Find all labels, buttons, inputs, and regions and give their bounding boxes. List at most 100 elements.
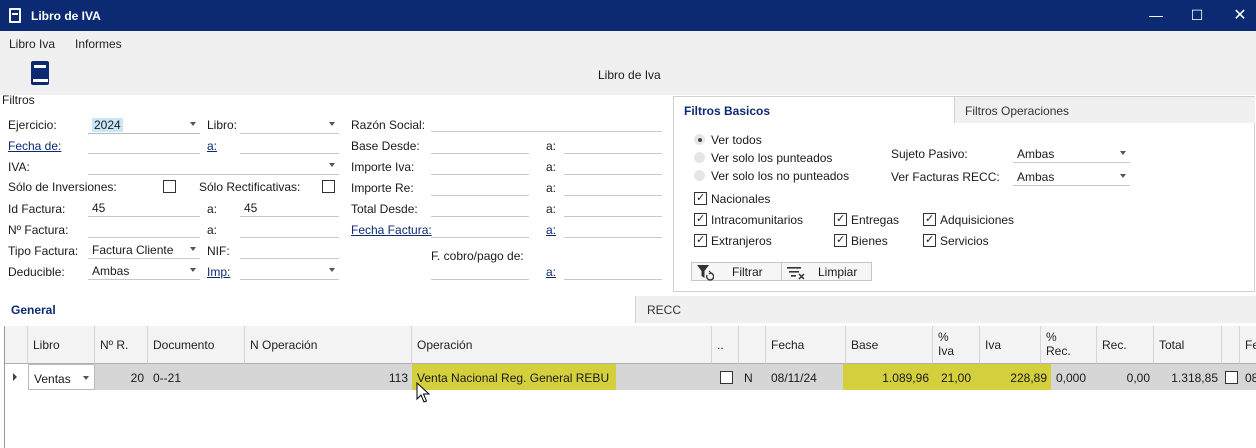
pct-rec-cell[interactable]: 0,000 xyxy=(1051,364,1097,390)
column-header-operacion[interactable]: Operación xyxy=(412,326,712,364)
id-factura-from-input[interactable]: 45 xyxy=(88,198,200,217)
fecha-a-input[interactable] xyxy=(240,135,339,154)
column-header-nr[interactable]: Nº R. xyxy=(95,326,148,364)
operacion-cell[interactable]: Venta Nacional Reg. General REBU xyxy=(412,364,616,390)
column-header-n-operacion[interactable]: N Operación xyxy=(245,326,412,364)
tab-general[interactable]: General xyxy=(0,296,635,323)
row-checkbox[interactable] xyxy=(1225,371,1238,384)
intracomunitarios-checkbox[interactable] xyxy=(694,212,707,226)
fecha-de-input[interactable] xyxy=(88,135,200,154)
importe-re-input[interactable] xyxy=(431,177,529,196)
fecha-factura-a-link[interactable]: a: xyxy=(546,223,556,237)
imp-link[interactable]: Imp: xyxy=(207,265,230,279)
libro-select[interactable] xyxy=(240,115,339,134)
book-icon[interactable] xyxy=(30,60,50,86)
fecha-factura-a-input[interactable] xyxy=(564,219,662,238)
pct-iva-cell[interactable]: 21,00 xyxy=(933,364,975,390)
fecha-a-link[interactable]: a: xyxy=(207,139,217,153)
column-header-rec[interactable]: Rec. xyxy=(1097,326,1154,364)
ejercicio-select[interactable]: 2024 xyxy=(88,115,200,134)
column-header-dots[interactable]: .. xyxy=(712,326,739,364)
importe-iva-a-input[interactable] xyxy=(564,156,662,175)
iva-label: IVA: xyxy=(8,160,30,174)
tab-recc[interactable]: RECC xyxy=(635,296,1256,323)
importe-iva-label: Importe Iva: xyxy=(351,160,415,174)
entregas-checkbox[interactable] xyxy=(834,212,847,226)
documento-cell[interactable]: 0--21 xyxy=(148,364,245,390)
row-indicator[interactable] xyxy=(5,364,28,390)
limpiar-button[interactable]: Limpiar xyxy=(781,262,872,281)
base-cell[interactable]: 1.089,96 xyxy=(843,364,933,390)
column-header-documento[interactable]: Documento xyxy=(148,326,245,364)
n-factura-from-input[interactable] xyxy=(88,219,200,238)
menu-libro-iva[interactable]: Libro Iva xyxy=(9,37,55,51)
fecha-cell[interactable]: 08/11/24 xyxy=(766,364,843,390)
radio-ver-punteados[interactable] xyxy=(694,152,705,163)
column-header-n[interactable] xyxy=(739,326,766,364)
f-cobro-from-input[interactable] xyxy=(431,261,529,280)
bienes-checkbox[interactable] xyxy=(834,233,847,247)
column-header-libro[interactable]: Libro xyxy=(28,326,95,364)
total-a-input[interactable] xyxy=(564,198,662,217)
radio-ver-todos-label: Ver todos xyxy=(711,133,762,147)
id-factura-to-input[interactable]: 45 xyxy=(240,198,339,217)
n-factura-to-input[interactable] xyxy=(240,219,339,238)
punteado-checkbox[interactable] xyxy=(720,371,733,384)
importe-iva-input[interactable] xyxy=(431,156,529,175)
nacionales-checkbox[interactable] xyxy=(694,191,707,205)
importe-re-a-input[interactable] xyxy=(564,177,662,196)
check-cell[interactable] xyxy=(1222,364,1240,390)
sujeto-pasivo-select[interactable]: Ambas xyxy=(1013,144,1130,163)
tab-filtros-basicos[interactable]: Filtros Basicos xyxy=(674,97,954,123)
column-header-total[interactable]: Total xyxy=(1154,326,1222,364)
extranjeros-checkbox[interactable] xyxy=(694,233,707,247)
fe-cell[interactable]: 08 xyxy=(1240,364,1256,390)
servicios-checkbox[interactable] xyxy=(923,233,936,247)
libro-cell-select[interactable]: Ventas xyxy=(28,364,95,390)
deducible-select[interactable]: Ambas xyxy=(88,261,200,280)
column-header-check[interactable] xyxy=(1222,326,1240,364)
rec-cell[interactable]: 0,00 xyxy=(1097,364,1154,390)
filtrar-button[interactable]: Filtrar xyxy=(691,262,782,281)
base-desde-input[interactable] xyxy=(431,135,529,154)
f-cobro-a-link[interactable]: a: xyxy=(546,265,556,279)
chevron-down-icon xyxy=(1120,151,1126,155)
fecha-factura-link[interactable]: Fecha Factura: xyxy=(351,223,432,237)
f-cobro-a-input[interactable] xyxy=(564,261,662,280)
base-a-input[interactable] xyxy=(564,135,662,154)
filtros-label: Filtros xyxy=(2,93,35,107)
tipo-factura-select[interactable]: Factura Cliente xyxy=(88,240,200,259)
column-header-pct-iva[interactable]: % Iva xyxy=(933,326,980,364)
total-desde-input[interactable] xyxy=(431,198,529,217)
column-header-base[interactable]: Base xyxy=(846,326,933,364)
total-cell[interactable]: 1.318,85 xyxy=(1154,364,1222,390)
nr-cell[interactable]: 20 xyxy=(95,364,148,390)
solo-rectificativas-checkbox[interactable] xyxy=(322,180,335,193)
nif-input[interactable] xyxy=(240,240,339,259)
column-header-iva[interactable]: Iva xyxy=(980,326,1041,364)
column-header-fecha[interactable]: Fecha xyxy=(766,326,846,364)
recc-select[interactable]: Ambas xyxy=(1013,167,1130,186)
radio-ver-no-punteados[interactable] xyxy=(694,170,705,181)
close-button[interactable]: ✕ xyxy=(1218,0,1256,31)
n-operacion-cell[interactable]: 113 xyxy=(245,364,412,390)
maximize-button[interactable]: ☐ xyxy=(1175,0,1219,31)
punteado-cell[interactable] xyxy=(712,364,739,390)
column-header-fe[interactable]: Fe xyxy=(1240,326,1256,364)
fecha-de-link[interactable]: Fecha de: xyxy=(8,139,61,153)
razon-social-input[interactable] xyxy=(431,113,662,132)
imp-select[interactable] xyxy=(240,261,339,280)
iva-cell[interactable]: 228,89 xyxy=(975,364,1051,390)
tab-filtros-operaciones[interactable]: Filtros Operaciones xyxy=(954,97,1255,123)
solo-inversiones-checkbox[interactable] xyxy=(163,180,176,193)
minimize-button[interactable]: — xyxy=(1134,0,1178,31)
n-cell[interactable]: N xyxy=(739,364,766,390)
menu-informes[interactable]: Informes xyxy=(75,37,122,51)
n-factura-label: Nº Factura: xyxy=(8,223,69,237)
fecha-factura-input[interactable] xyxy=(431,219,529,238)
base-desde-label: Base Desde: xyxy=(351,139,420,153)
adquisiciones-checkbox[interactable] xyxy=(923,212,936,226)
iva-select[interactable] xyxy=(88,156,339,175)
column-header-pct-rec[interactable]: % Rec. xyxy=(1041,326,1097,364)
radio-ver-todos[interactable] xyxy=(694,134,705,145)
